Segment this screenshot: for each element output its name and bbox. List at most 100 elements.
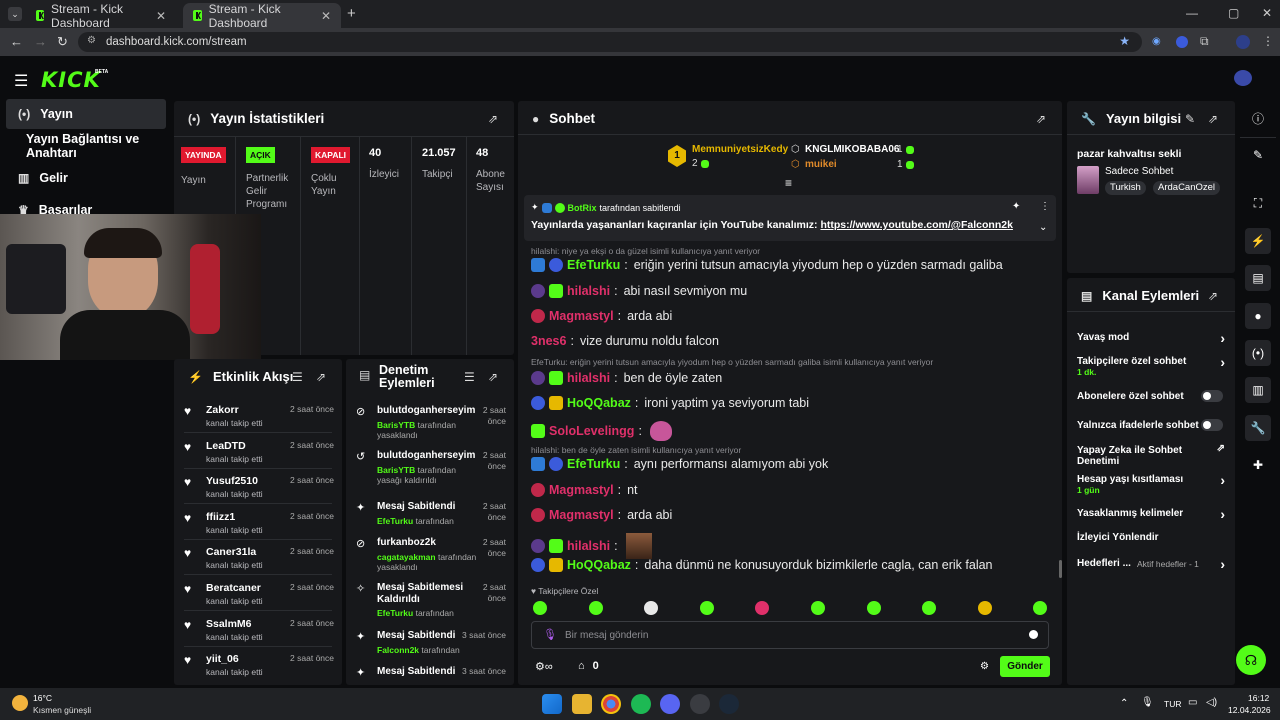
bookmark-star-icon[interactable]: ★ (1119, 34, 1130, 48)
chat-message[interactable]: EfeTurku: aynı performansı alamıyom abi y… (531, 457, 828, 471)
channel-action-item[interactable]: Hesap yaşı kısıtlaması 1 gün › (1077, 472, 1225, 495)
volume-icon[interactable]: ◁) (1206, 697, 1217, 708)
chat-message[interactable]: Magmastyl: arda abi (531, 309, 672, 323)
emote-icon[interactable] (533, 601, 547, 615)
moderation-item[interactable]: ✧ Mesaj Sabitlemesi Kaldırıldı 2 saat önce… (356, 582, 506, 622)
weather-sun-icon[interactable] (12, 695, 28, 711)
tab-list-button[interactable]: ⌄ (8, 7, 22, 21)
info-icon[interactable]: ⓘ (1245, 105, 1271, 131)
browser-tab-1[interactable]: Stream - Kick Dashboard ✕ (26, 2, 176, 30)
microphone-icon[interactable]: 🎙 (543, 628, 557, 641)
tray-chevron-icon[interactable]: ⌃ (1120, 698, 1128, 709)
chat-message[interactable]: HoQQabaz: ironi yaptim ya seviyorum tabi (531, 396, 809, 410)
broadcast-rail-icon[interactable]: (•) (1245, 340, 1271, 366)
app-icon[interactable] (690, 694, 710, 714)
windows-start-icon[interactable] (542, 694, 562, 714)
settings-icon[interactable]: ⚙∞ (535, 660, 553, 673)
chat-message[interactable]: Magmastyl: nt (531, 483, 638, 497)
emote-icon[interactable] (588, 601, 603, 615)
chat-username[interactable]: HoQQabaz (567, 396, 631, 410)
channel-action-item[interactable]: Yasaklanmış kelimeler › (1077, 506, 1225, 522)
maximize-icon[interactable]: ▢ (1228, 6, 1239, 20)
extension-icon[interactable]: ◉ (1152, 36, 1161, 47)
emote-icon[interactable] (866, 601, 881, 615)
chat-username[interactable]: EfeTurku (567, 258, 620, 272)
moderation-item[interactable]: ⊘ furkanboz2k 2 saat önce cagatayakman tara… (356, 537, 506, 577)
chrome-icon[interactable] (601, 694, 621, 714)
moderator-name[interactable]: Falconn2k (377, 645, 419, 655)
edit-icon[interactable]: ✎ (1185, 112, 1195, 126)
chat-message[interactable]: hilalshi: abi nasıl sevmiyon mu (531, 284, 747, 298)
activity-item[interactable]: ♥ yiit_06 kanalı takip etti 2 saat önce (184, 653, 334, 687)
address-bar[interactable]: ⚙ dashboard.kick.com/stream ★ (78, 32, 1142, 52)
moderator-name[interactable]: EfeTurku (377, 608, 413, 618)
chat-rail-icon[interactable]: ● (1245, 303, 1271, 329)
moderation-item[interactable]: ↺ bulutdoganherseyim 2 saat önce BarisYTB t… (356, 450, 506, 490)
microphone-tray-icon[interactable]: 🎙 (1141, 697, 1154, 708)
popout-icon[interactable]: ⇗ (488, 112, 498, 126)
sidebar-item-stream-key[interactable]: Yayın Bağlantısı ve Anahtarı (14, 131, 172, 161)
chat-username[interactable]: HoQQabaz (567, 558, 631, 572)
chat-username[interactable]: Magmastyl (549, 309, 614, 323)
browser-menu-icon[interactable]: ⋮ (1262, 34, 1274, 48)
channel-action-item[interactable]: İzleyici Yönlendir (1077, 532, 1225, 543)
close-tab-icon[interactable]: ✕ (321, 9, 331, 23)
file-explorer-icon[interactable] (572, 694, 592, 714)
spotify-icon[interactable] (631, 694, 651, 714)
close-tab-icon[interactable]: ✕ (156, 9, 166, 23)
chat-scrollbar[interactable] (1059, 560, 1062, 578)
popout-icon[interactable]: ⇗ (488, 370, 498, 384)
moderator-name[interactable]: EfeTurku (377, 516, 413, 526)
document-rail-icon[interactable]: ▤ (1245, 265, 1271, 291)
support-headset-icon[interactable]: ☊ (1236, 645, 1266, 675)
collapse-leaderboard-icon[interactable]: ≡ (785, 176, 792, 190)
close-window-icon[interactable]: ✕ (1262, 6, 1272, 20)
emote-icon[interactable] (699, 601, 714, 615)
category-name[interactable]: Sadece Sohbet (1105, 166, 1173, 177)
channel-action-item[interactable]: Yavaş mod › (1077, 330, 1225, 346)
chat-username[interactable]: EfeTurku (567, 457, 620, 471)
chat-message[interactable]: hilalshi: (531, 533, 652, 559)
chat-username[interactable]: 3nes6 (531, 334, 566, 348)
chat-username[interactable]: hilalshi (567, 371, 610, 385)
emoji-picker-icon[interactable] (1029, 630, 1038, 639)
filter-icon[interactable]: ☰ (292, 370, 303, 384)
back-icon[interactable]: ← (10, 34, 23, 49)
emote-icon[interactable] (977, 601, 992, 615)
moderator-name[interactable]: BarisYTB (377, 420, 415, 430)
chat-settings-icon[interactable]: ⚙ (980, 661, 989, 672)
chat-message[interactable]: HoQQabaz: daha dünmü ne konusuyorduk bizi… (531, 558, 993, 572)
moderator-name[interactable]: cagatayakman (377, 552, 436, 562)
chat-message[interactable]: 3nes6: vize durumu noldu falcon (531, 334, 719, 348)
extension-icon[interactable] (1176, 36, 1188, 48)
channel-action-item[interactable]: Yapay Zeka ile Sohbet Denetimi ⇗ (1077, 443, 1225, 467)
unpin-icon[interactable]: ✦ (1012, 201, 1020, 212)
kick-logo[interactable]: KICK (41, 68, 101, 92)
popout-icon[interactable]: ⇗ (1208, 112, 1218, 126)
channel-action-item[interactable]: Takipçilere özel sohbet 1 dk. › (1077, 354, 1225, 377)
popout-icon[interactable]: ⇗ (1036, 112, 1046, 126)
chat-message[interactable]: Magmastyl: arda abi (531, 508, 672, 522)
moderator-name[interactable]: BarisYTB (377, 465, 415, 475)
profile-avatar[interactable] (1236, 35, 1250, 49)
moderation-item[interactable]: ⊘ bulutdoganherseyim 2 saat önce BarisYTB t… (356, 405, 506, 445)
chat-username[interactable]: hilalshi (567, 539, 610, 553)
leader-name[interactable]: muikei (805, 159, 837, 170)
emote-icon[interactable] (811, 601, 825, 615)
minimize-icon[interactable]: — (1186, 6, 1198, 20)
chat-username[interactable]: hilalshi (567, 284, 610, 298)
chat-message[interactable]: SoloLevelingg: (531, 421, 672, 441)
pinned-author[interactable]: BotRix (568, 203, 597, 213)
toggle-switch[interactable] (1201, 390, 1223, 402)
toggle-switch[interactable] (1201, 419, 1223, 431)
lightning-rail-icon[interactable]: ⚡ (1245, 228, 1271, 254)
more-options-icon[interactable]: ⋮ (1040, 201, 1050, 212)
user-avatar[interactable] (1234, 70, 1252, 86)
add-widget-icon[interactable]: ✚ (1245, 452, 1271, 478)
browser-tab-2[interactable]: Stream - Kick Dashboard ✕ (183, 2, 341, 30)
pencil-icon[interactable]: ✎ (1245, 142, 1271, 168)
chat-message[interactable]: hilalshi: ben de öyle zaten (531, 371, 722, 385)
popout-icon[interactable]: ⇗ (316, 370, 326, 384)
chat-username[interactable]: Magmastyl (549, 508, 614, 522)
language-indicator[interactable]: TUR (1164, 699, 1181, 709)
